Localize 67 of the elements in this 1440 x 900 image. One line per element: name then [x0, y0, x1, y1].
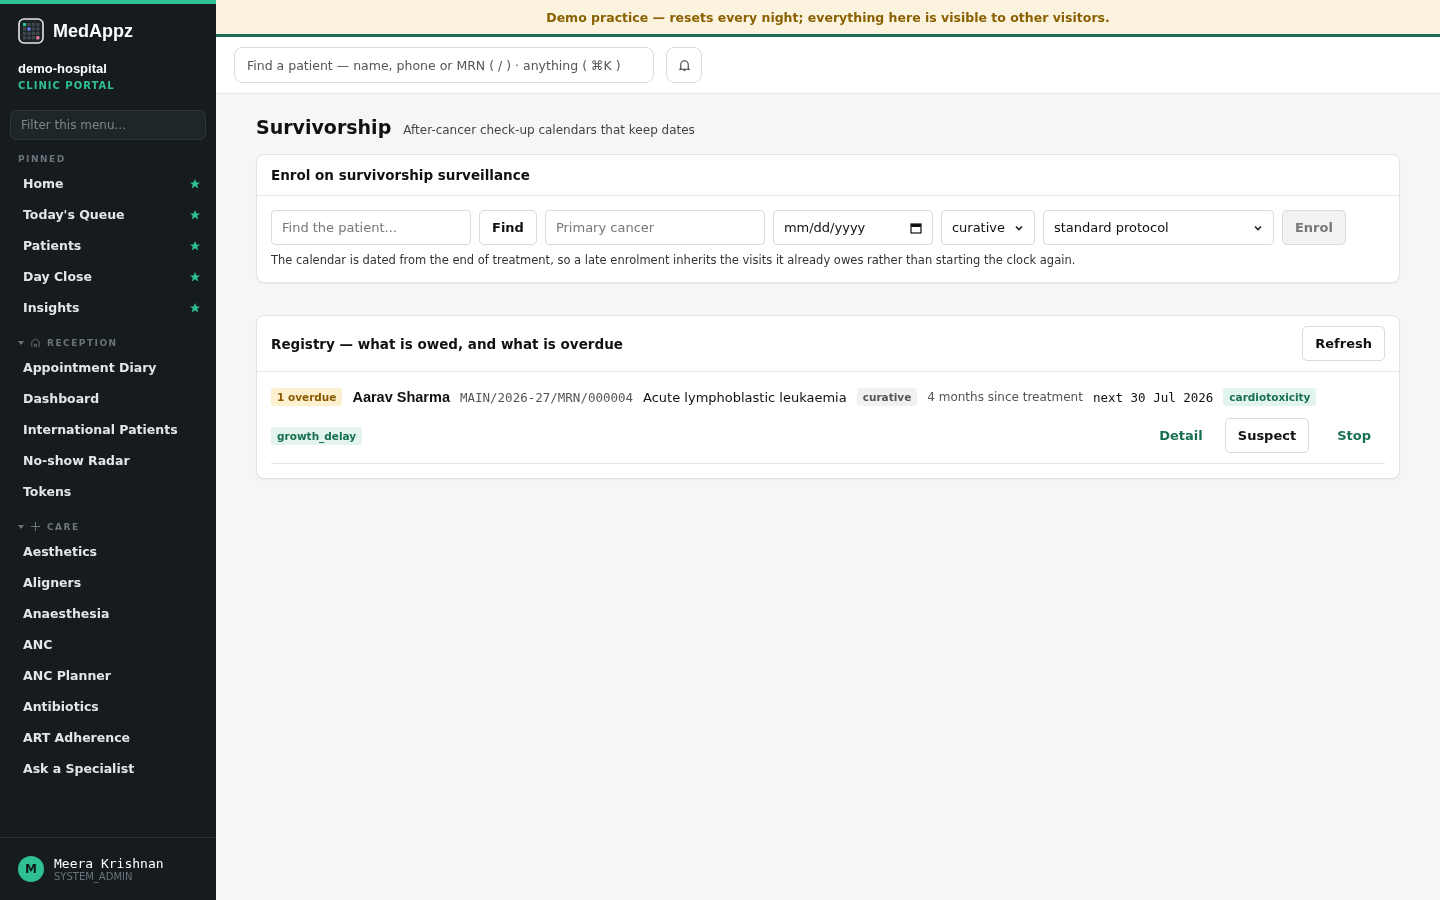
- action-link[interactable]: Stop: [1329, 422, 1379, 449]
- intent-badge: curative: [856, 388, 918, 406]
- portal-label: CLINIC PORTAL: [17, 79, 116, 91]
- page-subtitle: After-cancer check-up calendars that keep dates: [403, 123, 695, 137]
- user-role: SYSTEM_ADMIN: [54, 871, 134, 882]
- date-field[interactable]: mm/dd/yyyy: [772, 210, 933, 245]
- section-label: RECEPTION: [47, 337, 118, 348]
- card-title: Enrol on survivorship surveillance: [271, 167, 530, 183]
- sidebar-item[interactable]: Anaesthesia: [0, 598, 216, 629]
- sidebar-item[interactable]: Home: [0, 168, 216, 199]
- sidebar-item[interactable]: Ask a Specialist: [0, 753, 216, 784]
- sidebar-item[interactable]: Dashboard: [0, 383, 216, 414]
- refresh-button[interactable]: Refresh: [1302, 326, 1385, 361]
- sidebar-item[interactable]: Patients: [0, 230, 216, 261]
- avatar: M: [18, 856, 44, 882]
- sidebar-item[interactable]: International Patients: [0, 414, 216, 445]
- protocol-select[interactable]: standard protocol: [1042, 210, 1274, 245]
- star-icon[interactable]: [189, 177, 201, 190]
- house-icon: [30, 337, 41, 348]
- card-title: Registry — what is owed, and what is overdue: [271, 335, 623, 352]
- section-label: PINNED: [18, 154, 66, 164]
- sidebar-item[interactable]: Today's Queue: [0, 199, 216, 230]
- cancer-text: Acute lymphoblastic leukaemia: [643, 389, 847, 405]
- patient-field[interactable]: Find the patient...: [271, 210, 471, 245]
- sidebar-item[interactable]: Antibiotics: [0, 691, 216, 722]
- plus-icon: [30, 521, 41, 532]
- sidebar-item[interactable]: ANC Planner: [0, 660, 216, 691]
- notifications-button[interactable]: [666, 47, 702, 83]
- sidebar-item[interactable]: ANC: [0, 629, 216, 660]
- risk-tag: cardiotoxicity: [1223, 388, 1317, 406]
- calendar-icon: [909, 221, 922, 234]
- risk-tag: growth_delay: [271, 426, 363, 445]
- sidebar-item[interactable]: Appointment Diary: [0, 352, 216, 383]
- action-link[interactable]: Detail: [1151, 422, 1211, 449]
- sidebar-item[interactable]: Tokens: [0, 476, 216, 507]
- cancer-field[interactable]: Primary cancer: [544, 210, 765, 245]
- sidebar-item[interactable]: No-show Radar: [0, 445, 216, 476]
- star-icon[interactable]: [189, 301, 201, 314]
- overdue-badge: 1 overdue: [271, 388, 343, 406]
- sidebar-item[interactable]: ART Adherence: [0, 722, 216, 753]
- find-button[interactable]: Find: [479, 210, 537, 245]
- action-button[interactable]: Suspect: [1224, 418, 1310, 453]
- help-text: The calendar is dated from the end of treatment, so a late enrolment inherits the visits it already owes rather than starting the clock again.: [270, 252, 1077, 269]
- caret-icon[interactable]: [18, 523, 24, 530]
- sidebar-item[interactable]: Aesthetics: [0, 536, 216, 567]
- section-label: CARE: [47, 521, 80, 532]
- star-icon[interactable]: [189, 239, 201, 252]
- intent-select[interactable]: curative: [940, 210, 1035, 245]
- sidebar-item[interactable]: Insights: [0, 292, 216, 323]
- time-since-text: 4 months since treatment: [927, 390, 1083, 404]
- page-title: Survivorship: [256, 116, 392, 138]
- brand-name: MedAppz: [53, 20, 133, 42]
- next-visit-text: next 30 Jul 2026: [1092, 389, 1214, 405]
- sidebar-item[interactable]: Aligners: [0, 567, 216, 598]
- mrn-text: MAIN/2026-27/MRN/000004: [459, 389, 634, 405]
- demo-banner-text: Demo practice — resets every night; everything here is visible to other visitors.: [546, 9, 1110, 25]
- patient-name: Aarav Sharma: [352, 389, 450, 405]
- filter-field[interactable]: Filter this menu...: [10, 110, 206, 140]
- search-field[interactable]: Find a patient — name, phone or MRN ( / ) · anything ( ⌘K ): [234, 47, 654, 83]
- organization-name: demo-hospital: [17, 60, 108, 76]
- user-name: Meera Krishnan: [54, 856, 164, 871]
- logo-icon: [18, 18, 44, 44]
- bell-icon: [677, 58, 691, 72]
- sidebar-item[interactable]: Day Close: [0, 261, 216, 292]
- star-icon[interactable]: [189, 270, 201, 283]
- star-icon[interactable]: [189, 208, 201, 221]
- caret-icon[interactable]: [18, 339, 24, 346]
